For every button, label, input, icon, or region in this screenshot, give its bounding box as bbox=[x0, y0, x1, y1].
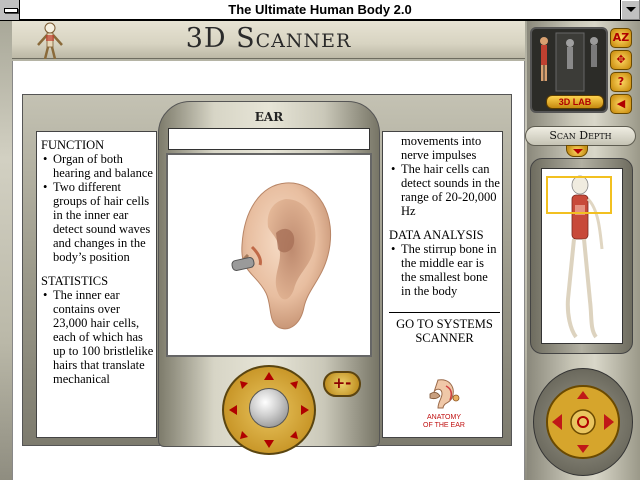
navigation-dial[interactable] bbox=[533, 368, 633, 476]
function-list: Organ of both hearing and balance Two di… bbox=[41, 152, 154, 264]
list-item: Organ of both hearing and balance bbox=[41, 152, 154, 180]
scan-depth-arrow-button[interactable] bbox=[566, 145, 588, 157]
az-index-button[interactable]: AZ bbox=[610, 28, 632, 48]
3d-viewer-screen[interactable] bbox=[166, 153, 372, 357]
rotation-dial-center-button[interactable] bbox=[249, 388, 289, 428]
navigation-arrows-icon bbox=[546, 385, 620, 459]
goto-line-1: GO TO SYSTEMS bbox=[396, 317, 493, 331]
analysis-list: The stirrup bone in the middle ear is th… bbox=[389, 242, 500, 298]
header-strip: 3D Scanner bbox=[12, 21, 525, 59]
goto-line-2: SCANNER bbox=[415, 331, 474, 345]
list-item: The stirrup bone in the middle ear is th… bbox=[389, 242, 500, 298]
info-pane-left: FUNCTION Organ of both hearing and balan… bbox=[36, 131, 157, 438]
list-item: The hair cells can detect sounds in the … bbox=[389, 162, 500, 218]
function-heading: FUNCTION bbox=[41, 138, 105, 152]
zoom-button[interactable]: +- bbox=[323, 371, 361, 397]
lab-bodies-icon bbox=[540, 32, 598, 92]
window-title-bar: The Ultimate Human Body 2.0 bbox=[0, 0, 640, 20]
system-menu-button[interactable] bbox=[0, 0, 20, 20]
compass-icon: ✥ bbox=[616, 53, 626, 66]
back-arrow-icon: ◀ bbox=[616, 97, 626, 110]
data-analysis-heading: DATA ANALYSIS bbox=[389, 228, 484, 242]
page-title: 3D Scanner bbox=[185, 23, 352, 54]
divider bbox=[389, 312, 500, 313]
hearing-list: The hair cells can detect sounds in the … bbox=[389, 162, 500, 218]
organ-label: EAR bbox=[254, 110, 284, 124]
ear-model-image bbox=[231, 182, 332, 330]
scan-depth-marker[interactable] bbox=[546, 176, 612, 214]
help-button[interactable]: ? bbox=[610, 72, 632, 92]
window-title: The Ultimate Human Body 2.0 bbox=[228, 2, 412, 17]
anatomy-of-the-ear-button[interactable]: ANATOMY OF THE EAR bbox=[416, 378, 472, 430]
scan-depth-label: Scan Depth bbox=[525, 126, 636, 146]
list-item: Two different groups of hair cells in th… bbox=[41, 180, 154, 264]
3d-lab-button[interactable]: 3D LAB bbox=[546, 95, 604, 109]
go-to-systems-scanner-button[interactable]: GO TO SYSTEMS SCANNER bbox=[389, 317, 500, 345]
anatomy-label: ANATOMY OF THE EAR bbox=[416, 414, 472, 430]
statistics-list: The inner ear contains over 23,000 hair … bbox=[41, 288, 154, 386]
ear-anatomy-icon bbox=[429, 379, 460, 409]
minimize-button[interactable] bbox=[620, 0, 640, 20]
list-item: The inner ear contains over 23,000 hair … bbox=[41, 288, 154, 386]
anatomy-line-2: OF THE EAR bbox=[423, 422, 465, 429]
compass-button[interactable]: ✥ bbox=[610, 50, 632, 70]
anatomy-line-1: ANATOMY bbox=[427, 414, 461, 421]
zoom-label: +- bbox=[332, 374, 352, 392]
statistics-heading: STATISTICS bbox=[41, 274, 109, 288]
organ-name-field[interactable] bbox=[168, 128, 370, 150]
back-button[interactable]: ◀ bbox=[610, 94, 632, 114]
continued-text: movements into nerve impulses bbox=[401, 134, 482, 162]
